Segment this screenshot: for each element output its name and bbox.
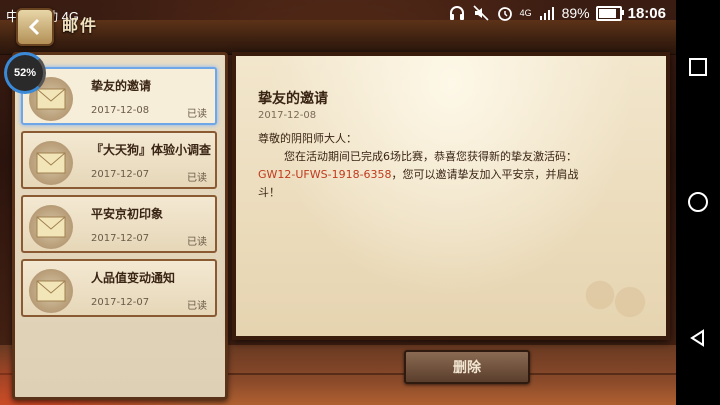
detail-greeting: 尊敬的阴阳师大人：	[258, 132, 357, 145]
signal-icon	[539, 7, 554, 20]
recents-button[interactable]	[689, 58, 707, 77]
alarm-icon	[497, 7, 512, 21]
home-button[interactable]	[688, 192, 708, 213]
mail-title: 人品值变动通知	[91, 271, 176, 285]
mail-date: 2017-12-07	[91, 169, 150, 180]
activation-code[interactable]: GW12-UFWS-1918-6358	[258, 168, 392, 181]
mail-item[interactable]: 人品值变动通知 2017-12-07 已读	[21, 259, 217, 317]
detail-line-2: GW12-UFWS-1918-6358，您可以邀请挚友加入平安京，并肩战	[258, 166, 648, 184]
mail-title: 『大天狗』体验小调查	[91, 143, 212, 157]
envelope-icon	[29, 205, 73, 249]
mail-date: 2017-12-07	[91, 233, 150, 244]
detail-title: 挚友的邀请	[258, 91, 328, 107]
performance-badge[interactable]: 52%	[4, 52, 46, 94]
cloud-decoration	[560, 260, 660, 330]
detail-date: 2017-12-08	[258, 110, 317, 121]
mail-status: 已读	[187, 301, 207, 312]
back-nav-icon[interactable]	[689, 328, 707, 347]
headphones-icon	[449, 6, 464, 20]
mail-detail-panel: 挚友的邀请 2017-12-08 尊敬的阴阳师大人： 您在活动期间已完成6场比赛…	[232, 52, 670, 340]
mail-date: 2017-12-08	[91, 105, 150, 116]
back-arrow-icon	[28, 18, 40, 36]
detail-line-1: 您在活动期间已完成6场比赛，恭喜您获得新的挚友激活码：	[284, 150, 577, 163]
mute-icon	[473, 5, 489, 21]
mail-status: 已读	[187, 237, 207, 248]
mail-title: 平安京初印象	[91, 207, 164, 221]
mail-item[interactable]: 平安京初印象 2017-12-07 已读	[21, 195, 217, 253]
game-background: 中国移动 4G 4G 89%	[0, 0, 676, 405]
envelope-icon	[29, 141, 73, 185]
status-icons: 4G 89% 18:06	[448, 4, 666, 22]
android-nav-bar	[676, 0, 720, 405]
status-bar: 中国移动 4G 4G 89%	[0, 0, 676, 28]
envelope-icon	[29, 269, 73, 313]
mail-date: 2017-12-07	[91, 297, 150, 308]
mail-title: 挚友的邀请	[91, 79, 152, 93]
mail-item[interactable]: 『大天狗』体验小调查 2017-12-07 已读	[21, 131, 217, 189]
detail-line-2-text: ，您可以邀请挚友加入平安京，并肩战	[391, 168, 579, 181]
back-button[interactable]	[16, 8, 54, 46]
delete-button[interactable]: 删除	[404, 350, 530, 384]
detail-line-3: 斗！	[258, 186, 280, 199]
mail-item[interactable]: 挚友的邀请 2017-12-08 已读	[21, 67, 217, 125]
mail-list-panel: 挚友的邀请 2017-12-08 已读 『大天狗』体验小调查 2017-12-0…	[12, 52, 228, 400]
battery-icon	[595, 5, 624, 21]
detail-body: 尊敬的阴阳师大人： 您在活动期间已完成6场比赛，恭喜您获得新的挚友激活码： GW…	[258, 130, 648, 202]
page-title: 邮件	[62, 16, 99, 35]
mail-status: 已读	[187, 173, 207, 184]
network-type-label: 4G	[519, 8, 532, 18]
battery-percent: 89%	[561, 5, 590, 21]
mail-status: 已读	[187, 109, 207, 120]
clock: 18:06	[627, 4, 666, 22]
